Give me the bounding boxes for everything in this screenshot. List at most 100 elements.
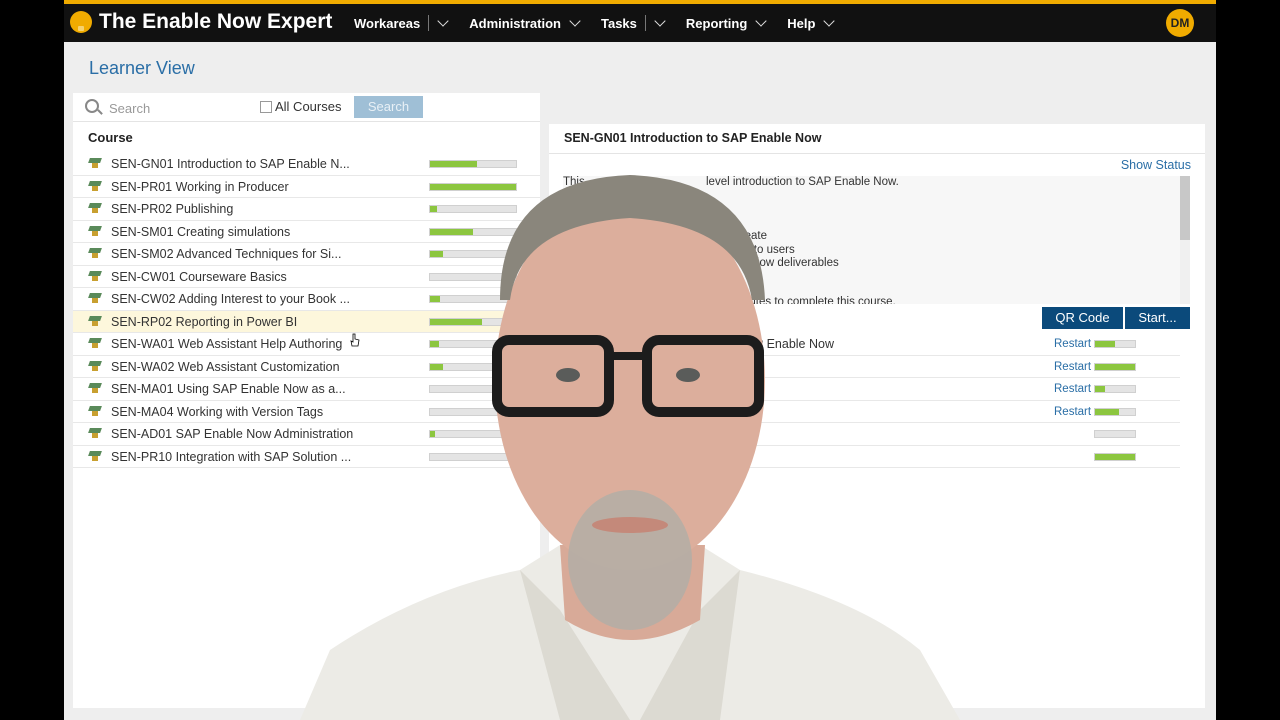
lesson-row[interactable]: [549, 423, 1180, 446]
lightbulb-logo-icon: [70, 11, 92, 33]
start-button[interactable]: Start...: [1125, 307, 1190, 329]
search-input[interactable]: [107, 97, 251, 119]
chevron-down-icon: [654, 14, 666, 27]
nav-tasks-label: Tasks: [600, 15, 637, 31]
course-cap-icon: [89, 181, 101, 191]
course-title: SEN-AD01 SAP Enable Now Administration: [111, 427, 354, 441]
course-progress-bar: [429, 362, 517, 371]
course-list-panel: All Courses Search Course SEN-GN01 Intro…: [73, 93, 540, 708]
lesson-title: P Enable Now: [755, 337, 834, 351]
course-title: SEN-MA04 Working with Version Tags: [111, 404, 324, 419]
course-cap-icon: [89, 316, 101, 326]
chevron-down-icon: [437, 14, 449, 27]
description-scrollbar[interactable]: [1180, 176, 1190, 304]
lesson-row[interactable]: Restart: [549, 356, 1180, 378]
course-row[interactable]: SEN-PR02 Publishing: [73, 198, 540, 221]
course-row[interactable]: SEN-WA02 Web Assistant Customization: [73, 356, 540, 378]
divider: [549, 153, 1205, 154]
course-title: SEN-MA01 Using SAP Enable Now as a...: [111, 382, 346, 396]
course-progress-bar: [429, 160, 517, 168]
course-progress-bar: [429, 272, 517, 281]
nav-reporting-label: Reporting: [685, 15, 748, 31]
course-progress-bar: [429, 205, 517, 213]
course-title: SEN-SM01 Creating simulations: [111, 224, 291, 239]
lesson-progress-bar: [1094, 340, 1136, 348]
progress-fill: [430, 341, 439, 347]
course-row[interactable]: SEN-MA01 Using SAP Enable Now as a...: [73, 378, 540, 401]
course-row[interactable]: SEN-PR10 Integration with SAP Solution .…: [73, 446, 540, 468]
course-progress-bar: [429, 227, 517, 236]
course-title: SEN-GN01 Introduction to SAP Enable N...: [111, 157, 350, 171]
course-row[interactable]: SEN-GN01 Introduction to SAP Enable N...: [73, 153, 540, 176]
course-row[interactable]: SEN-PR01 Working in Producer: [73, 176, 540, 198]
all-courses-label: All Courses: [275, 99, 342, 114]
course-row[interactable]: SEN-SM01 Creating simulations: [73, 221, 540, 243]
course-row[interactable]: SEN-AD01 SAP Enable Now Administration: [73, 423, 540, 446]
course-row[interactable]: SEN-RP02 Reporting in Power BI: [73, 310, 540, 333]
progress-fill: [430, 183, 516, 190]
course-row[interactable]: SEN-CW01 Courseware Basics: [73, 266, 540, 288]
course-cap-icon: [89, 293, 101, 303]
nav-workareas[interactable]: Workareas: [354, 14, 449, 31]
qr-code-button[interactable]: QR Code: [1042, 307, 1123, 329]
nav-tasks[interactable]: Tasks: [600, 14, 666, 31]
search-button[interactable]: Search: [354, 96, 423, 118]
nav-administration-label: Administration: [469, 15, 561, 31]
course-title: SEN-WA02 Web Assistant Customization: [111, 359, 340, 374]
chevron-down-icon: [755, 14, 767, 27]
all-courses-checkbox[interactable]: All Courses: [260, 99, 341, 114]
lesson-progress-bar: [1094, 452, 1136, 461]
progress-fill: [430, 296, 441, 302]
user-avatar[interactable]: DM: [1166, 9, 1194, 37]
top-header: The Enable Now Expert Workareas Administ…: [64, 4, 1216, 42]
course-cap-icon: [89, 361, 101, 371]
progress-fill: [430, 431, 436, 437]
progress-fill: [430, 228, 473, 235]
course-row[interactable]: SEN-WA01 Web Assistant Help Authoring: [73, 333, 540, 356]
progress-fill: [430, 161, 478, 167]
restart-link[interactable]: Restart: [1054, 383, 1091, 395]
course-row[interactable]: SEN-SM02 Advanced Techniques for Si...: [73, 243, 540, 266]
progress-fill: [430, 363, 443, 370]
progress-fill: [1095, 341, 1115, 347]
chevron-down-icon: [823, 14, 836, 27]
nav-reporting[interactable]: Reporting: [685, 14, 767, 31]
course-cap-icon: [89, 406, 101, 416]
lesson-row[interactable]: P Enable Now Restart: [549, 333, 1180, 356]
nav-separator: [428, 15, 430, 31]
course-row[interactable]: SEN-MA04 Working with Version Tags: [73, 401, 540, 423]
course-row[interactable]: SEN-CW02 Adding Interest to your Book ..…: [73, 288, 540, 311]
nav-administration[interactable]: Administration: [469, 14, 581, 31]
progress-fill: [1095, 363, 1135, 370]
course-progress-bar: [429, 250, 517, 258]
lesson-row[interactable]: Restart: [549, 378, 1180, 401]
course-title: SEN-RP02 Reporting in Power BI: [111, 314, 298, 329]
course-cap-icon: [89, 203, 101, 213]
show-status-link[interactable]: Show Status: [1121, 158, 1191, 172]
course-cap-icon: [89, 271, 101, 281]
lesson-row[interactable]: [549, 446, 1180, 468]
app-title: The Enable Now Expert: [99, 10, 333, 33]
lesson-progress-bar: [1094, 430, 1136, 438]
checkbox-icon[interactable]: [260, 100, 272, 113]
page-title: Learner View: [89, 58, 195, 78]
restart-link[interactable]: Restart: [1054, 338, 1091, 350]
scrollbar-thumb[interactable]: [1180, 176, 1190, 240]
course-list: SEN-GN01 Introduction to SAP Enable N...…: [73, 153, 540, 468]
course-title: SEN-SM02 Advanced Techniques for Si...: [111, 247, 342, 261]
course-title: SEN-WA01 Web Assistant Help Authoring: [111, 337, 343, 351]
search-icon: [85, 99, 99, 113]
course-title: SEN-PR10 Integration with SAP Solution .…: [111, 449, 352, 464]
lesson-progress-bar: [1094, 385, 1136, 393]
description-line: level introduction to SAP Enable Now.: [706, 176, 899, 188]
progress-fill: [430, 318, 482, 325]
course-cap-icon: [89, 451, 101, 461]
nav-help-label: Help: [787, 15, 816, 31]
course-title: SEN-CW01 Courseware Basics: [111, 269, 287, 284]
restart-link[interactable]: Restart: [1054, 406, 1091, 418]
main-nav: Workareas Administration Tasks Reporting…: [354, 4, 855, 42]
nav-help[interactable]: Help: [787, 14, 836, 31]
description-line: nutes to complete this course.: [743, 296, 896, 304]
restart-link[interactable]: Restart: [1054, 361, 1091, 373]
lesson-row[interactable]: Restart: [549, 401, 1180, 423]
